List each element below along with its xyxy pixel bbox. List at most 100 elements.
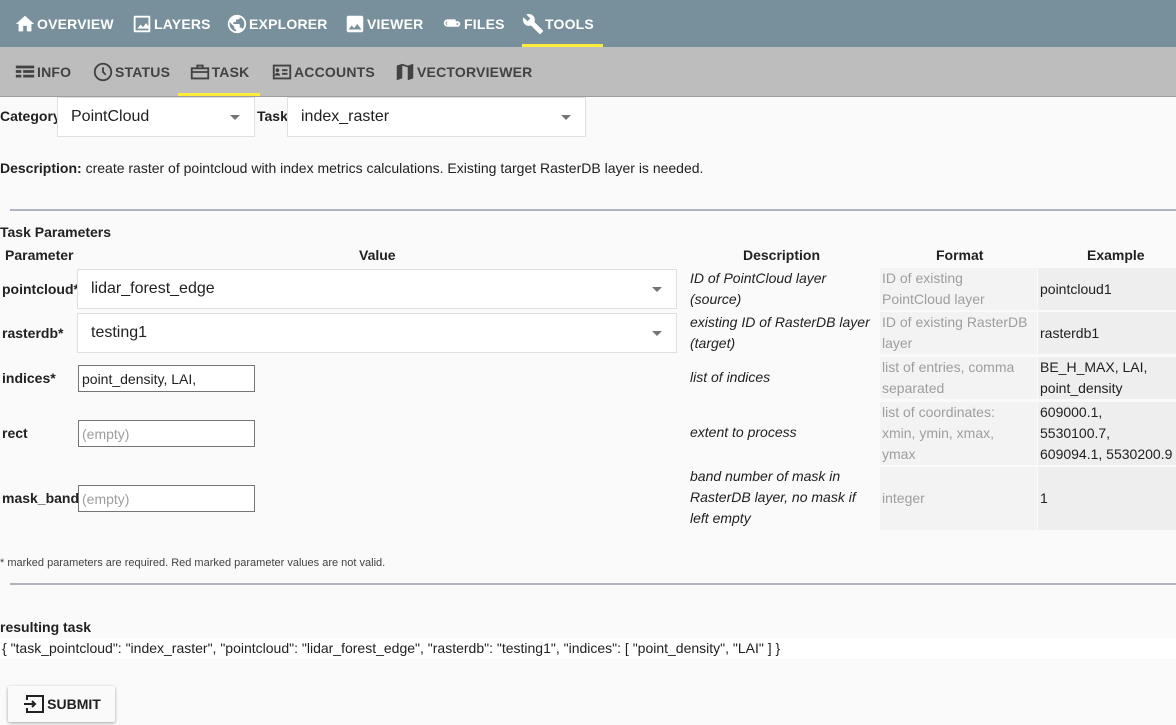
param-format: ID of existing RasterDB layer: [880, 312, 1037, 354]
desc-line: (source): [690, 291, 742, 307]
param-description: extent to process: [690, 422, 875, 443]
tab-layers[interactable]: LAYERS: [131, 0, 211, 47]
tab-files-label: FILES: [464, 15, 505, 32]
desc-line: extent to process: [690, 424, 797, 440]
param-format: ID of existing PointCloud layer: [880, 268, 1037, 310]
submit-label: SUBMIT: [47, 696, 101, 712]
tab-task[interactable]: TASK: [178, 47, 260, 96]
tab-files[interactable]: FILES: [441, 0, 505, 47]
tab-task-label: TASK: [211, 63, 250, 80]
param-name: indices*: [2, 370, 56, 386]
desc-line: left empty: [690, 510, 751, 526]
tab-explorer[interactable]: EXPLORER: [226, 0, 328, 47]
briefcase-icon: [190, 64, 209, 79]
param-name: mask_band: [2, 490, 80, 506]
tab-viewer[interactable]: VIEWER: [344, 0, 423, 47]
image-icon: [133, 15, 151, 32]
submit-button[interactable]: SUBMIT: [8, 686, 115, 722]
tab-viewer-label: VIEWER: [367, 15, 424, 32]
wrench-icon: [522, 13, 544, 34]
section-title: Task Parameters: [0, 224, 112, 240]
format-line: integer: [882, 490, 925, 506]
param-example: rasterdb1: [1038, 312, 1176, 354]
tab-explorer-label: EXPLORER: [249, 15, 328, 32]
format-line: ymax: [882, 446, 916, 462]
main-nav: OVERVIEW LAYERS EXPLORER VIEWER FILES TO…: [0, 0, 1176, 47]
chevron-down-icon: [652, 287, 662, 292]
task-value: index_raster: [301, 108, 390, 125]
param-name: rect: [2, 425, 28, 441]
param-format: integer: [880, 467, 1037, 530]
footnote: * marked parameters are required. Red ma…: [0, 557, 386, 569]
param-example: 609000.1, 5530100.7, 609094.1, 5530200.9: [1038, 402, 1176, 465]
tab-status[interactable]: STATUS: [92, 47, 170, 96]
photo-icon: [346, 15, 364, 32]
rasterdb-value: testing1: [91, 324, 148, 341]
category-value: PointCloud: [71, 108, 150, 125]
format-line: list of coordinates:: [882, 404, 995, 420]
example-line: pointcloud1: [1040, 280, 1112, 297]
tab-overview-label: OVERVIEW: [37, 15, 114, 32]
tab-tools-label: TOOLS: [545, 15, 594, 32]
example-line: point_density: [1040, 380, 1123, 396]
param-name: rasterdb*: [2, 325, 64, 341]
tab-overview[interactable]: OVERVIEW: [14, 0, 114, 47]
header-parameter: Parameter: [5, 247, 74, 263]
format-line: list of entries, comma: [882, 359, 1015, 375]
tab-accounts-label: ACCOUNTS: [294, 63, 375, 80]
header-format: Format: [936, 247, 984, 263]
desc-line: RasterDB layer, no mask if: [690, 489, 856, 505]
divider: [10, 209, 1176, 211]
pointcloud-value: lidar_forest_edge: [91, 280, 215, 297]
category-select[interactable]: PointCloud: [57, 97, 255, 137]
globe-icon: [227, 14, 247, 33]
chevron-down-icon: [230, 115, 240, 120]
param-name: pointcloud*: [2, 281, 79, 297]
result-title: resulting task: [0, 619, 92, 635]
tools-subnav: INFO STATUS TASK ACCOUNTS VECTORVIEWER: [0, 47, 1176, 97]
desc-line: list of indices: [690, 369, 771, 385]
example-line: 609094.1, 5530200.9: [1040, 446, 1173, 462]
tab-info-label: INFO: [37, 63, 72, 80]
header-example: Example: [1087, 247, 1145, 263]
tab-accounts[interactable]: ACCOUNTS: [271, 47, 375, 96]
desc-line: existing ID of RasterDB layer: [690, 314, 870, 330]
rect-input[interactable]: [78, 420, 255, 447]
account-card-icon: [272, 64, 292, 79]
indices-input[interactable]: [78, 365, 255, 392]
example-line: 609000.1, 5530100.7,: [1040, 404, 1111, 441]
result-json: { "task_pointcloud": "index_raster", "po…: [0, 638, 1176, 659]
description-label: Description:: [0, 160, 82, 176]
param-description: band number of mask in RasterDB layer, n…: [690, 466, 875, 529]
tab-vectorviewer[interactable]: VECTORVIEWER: [394, 47, 532, 96]
tab-status-label: STATUS: [115, 63, 171, 80]
param-description: list of indices: [690, 367, 875, 388]
input-icon: [24, 695, 45, 713]
param-description: existing ID of RasterDB layer (target): [690, 312, 875, 354]
tab-info[interactable]: INFO: [14, 47, 71, 96]
pointcloud-select[interactable]: lidar_forest_edge: [77, 269, 677, 309]
param-example: pointcloud1: [1038, 268, 1176, 310]
param-format: list of entries, comma separated: [880, 357, 1037, 399]
format-line: ID of existing: [882, 270, 963, 286]
param-example: 1: [1038, 467, 1176, 530]
chevron-down-icon: [561, 115, 571, 120]
param-example: BE_H_MAX, LAI, point_density: [1038, 357, 1176, 399]
rasterdb-select[interactable]: testing1: [77, 313, 677, 353]
task-description: Description: create raster of pointcloud…: [0, 160, 703, 176]
chevron-down-icon: [652, 331, 662, 336]
map-icon: [396, 63, 414, 80]
divider: [10, 583, 1176, 585]
task-select[interactable]: index_raster: [287, 97, 586, 137]
mask-band-input[interactable]: [78, 485, 255, 512]
example-line: 1: [1040, 490, 1048, 506]
desc-line: band number of mask in: [690, 468, 841, 484]
param-description: ID of PointCloud layer (source): [690, 268, 875, 310]
task-label: Task: [257, 108, 288, 124]
tab-tools[interactable]: TOOLS: [522, 0, 603, 47]
category-label: Category: [0, 108, 61, 124]
description-text: create raster of pointcloud with index m…: [85, 160, 704, 176]
table-icon: [15, 65, 35, 77]
example-line: BE_H_MAX, LAI,: [1040, 359, 1148, 375]
header-description: Description: [743, 247, 821, 263]
